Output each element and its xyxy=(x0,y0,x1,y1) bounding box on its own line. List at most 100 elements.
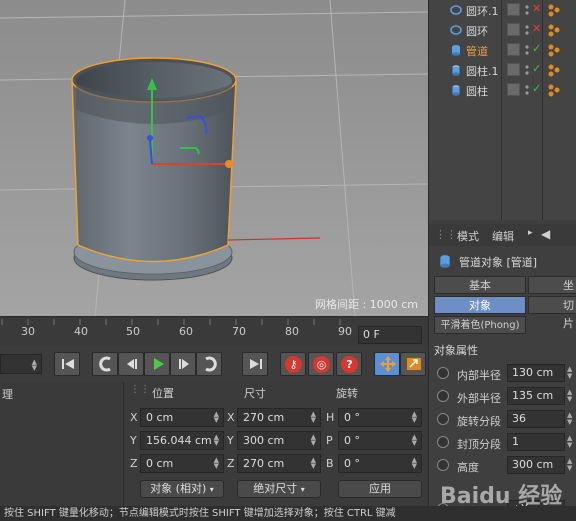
animate-radio[interactable] xyxy=(437,413,449,425)
spin-arrows-icon[interactable]: ▲ ▼ xyxy=(567,458,572,472)
object-manager-empty-area[interactable] xyxy=(428,103,576,220)
disabled-cross-icon[interactable]: ✕ xyxy=(532,2,541,15)
tab-object[interactable]: 对象 xyxy=(434,296,526,314)
rotation-segments-field[interactable]: 36 xyxy=(507,410,565,428)
object-row-tube[interactable]: 管道 ✓ xyxy=(429,40,576,60)
inner-radius-field[interactable]: 130 cm xyxy=(507,364,565,382)
move-tool-button[interactable] xyxy=(374,352,400,376)
position-z-field[interactable]: 0 cm ▲ ▼ xyxy=(140,454,224,473)
tab-slice[interactable]: 切片 xyxy=(528,296,576,330)
render-dots-icon[interactable] xyxy=(524,83,530,97)
current-frame-field[interactable]: 0 F xyxy=(358,326,422,344)
cap-segments-field[interactable]: 1 xyxy=(507,433,565,451)
next-frame-button[interactable] xyxy=(170,352,196,376)
tick-label: 40 xyxy=(74,325,88,338)
menu-edit[interactable]: 编辑 xyxy=(492,228,514,244)
object-row-cylinder-1[interactable]: 圆柱.1 ✓ xyxy=(429,60,576,80)
play-icon xyxy=(154,358,164,370)
prev-frame-icon xyxy=(127,359,137,369)
material-tag-icon[interactable] xyxy=(547,83,561,97)
frame-start-field[interactable]: ▲ ▼ xyxy=(0,354,42,374)
enabled-check-icon[interactable]: ✓ xyxy=(532,82,541,95)
rotation-b-field[interactable]: 0 ° ▲ ▼ xyxy=(338,454,422,473)
object-manager: 圆环.1 ✕ 圆环 ✕ 管道 ✓ 圆柱.1 ✓ 圆柱 ✓ xyxy=(428,0,576,103)
timeline[interactable]: 30 40 50 60 70 80 90 0 F xyxy=(0,316,428,346)
visibility-toggle[interactable] xyxy=(507,3,520,16)
transport-bar: ▲ ▼ ⚷ ◎ ? xyxy=(0,346,428,382)
material-tag-icon[interactable] xyxy=(547,63,561,77)
visibility-toggle[interactable] xyxy=(507,23,520,36)
prev-frame-button[interactable] xyxy=(118,352,144,376)
animate-radio[interactable] xyxy=(437,436,449,448)
prev-key-button[interactable] xyxy=(92,352,118,376)
render-dots-icon[interactable] xyxy=(524,43,530,57)
coord-mode-dropdown[interactable]: 对象 (相对) ▾ xyxy=(140,480,224,498)
material-tag-icon[interactable] xyxy=(547,43,561,57)
next-key-button[interactable] xyxy=(196,352,222,376)
position-y-field[interactable]: 156.044 cm ▲ ▼ xyxy=(140,431,224,450)
rotation-h-field[interactable]: 0 ° ▲ ▼ xyxy=(338,408,422,427)
tab-coord[interactable]: 坐标 xyxy=(528,276,576,310)
tick-label: 80 xyxy=(285,325,299,338)
disabled-cross-icon[interactable]: ✕ xyxy=(532,22,541,35)
render-dots-icon[interactable] xyxy=(524,63,530,77)
material-tag-icon[interactable] xyxy=(547,23,561,37)
size-y-field[interactable]: 300 cm ▲ ▼ xyxy=(237,431,321,450)
visibility-toggle[interactable] xyxy=(507,43,520,56)
key-scale-button[interactable] xyxy=(400,352,426,376)
keyframe-selection-button[interactable]: ? xyxy=(336,352,362,376)
attribute-title-text: 管道对象 [管道] xyxy=(459,256,538,269)
attribute-title: 管道对象 [管道] xyxy=(429,250,576,272)
cylinder-icon xyxy=(452,85,460,96)
render-dots-icon[interactable] xyxy=(524,23,530,37)
key-record-icon: ⚷ xyxy=(285,356,302,373)
size-mode-dropdown[interactable]: 绝对尺寸 ▾ xyxy=(237,480,321,498)
position-x-field[interactable]: 0 cm ▲ ▼ xyxy=(140,408,224,427)
menu-more-arrow-icon[interactable]: ▸ xyxy=(528,228,533,238)
tab-basic[interactable]: 基本 xyxy=(434,276,526,294)
menu-mode[interactable]: 模式 xyxy=(457,228,479,244)
spin-arrows-icon[interactable]: ▲ ▼ xyxy=(567,366,572,380)
left-panel-header: 理 xyxy=(2,388,13,401)
object-row-torus[interactable]: 圆环 ✕ xyxy=(429,20,576,40)
goto-start-button[interactable] xyxy=(54,352,80,376)
object-row-cylinder[interactable]: 圆柱 ✓ xyxy=(429,80,576,100)
3d-viewport[interactable]: 网格间距 : 1000 cm xyxy=(0,0,428,316)
enabled-check-icon[interactable]: ✓ xyxy=(532,42,541,55)
timeline-ruler[interactable]: 30 40 50 60 70 80 90 xyxy=(0,319,352,345)
back-arrow-icon[interactable]: ◀ xyxy=(541,227,550,241)
render-dots-icon[interactable] xyxy=(524,3,530,17)
outer-radius-field[interactable]: 135 cm xyxy=(507,387,565,405)
spin-arrows-icon[interactable]: ▲ ▼ xyxy=(567,389,572,403)
cylinder-icon xyxy=(452,65,460,76)
visibility-toggle[interactable] xyxy=(507,63,520,76)
animate-radio[interactable] xyxy=(437,390,449,402)
material-tag-icon[interactable] xyxy=(547,3,561,17)
height-field[interactable]: 300 cm xyxy=(507,456,565,474)
object-name: 圆柱.1 xyxy=(466,65,499,78)
auto-key-button[interactable]: ◎ xyxy=(308,352,334,376)
spin-arrows-icon[interactable]: ▲ ▼ xyxy=(567,435,572,449)
prop-height: 高度 300 cm ▲ ▼ xyxy=(429,454,576,477)
animate-radio[interactable] xyxy=(437,367,449,379)
tube-icon xyxy=(440,255,450,268)
object-row-torus-1[interactable]: 圆环.1 ✕ xyxy=(429,0,576,20)
tick-label: 70 xyxy=(232,325,246,338)
visibility-toggle[interactable] xyxy=(507,83,520,96)
goto-end-icon xyxy=(250,359,262,369)
spin-arrows-icon[interactable]: ▲ ▼ xyxy=(567,412,572,426)
animate-radio[interactable] xyxy=(437,459,449,471)
size-x-field[interactable]: 270 cm ▲ ▼ xyxy=(237,408,321,427)
prop-outer-radius: 外部半径 135 cm ▲ ▼ xyxy=(429,385,576,408)
size-z-field[interactable]: 270 cm ▲ ▼ xyxy=(237,454,321,473)
apply-button[interactable]: 应用 xyxy=(338,480,422,498)
tab-phong[interactable]: 平滑着色(Phong) xyxy=(434,316,526,334)
rotation-p-field[interactable]: 0 ° ▲ ▼ xyxy=(338,431,422,450)
enabled-check-icon[interactable]: ✓ xyxy=(532,62,541,75)
play-button[interactable] xyxy=(144,352,170,376)
record-key-button[interactable]: ⚷ xyxy=(280,352,306,376)
prop-cap-segments: 封顶分段 1 ▲ ▼ xyxy=(429,431,576,454)
move-arrows-icon xyxy=(380,356,396,372)
goto-end-button[interactable] xyxy=(242,352,268,376)
tube-icon xyxy=(452,45,460,56)
